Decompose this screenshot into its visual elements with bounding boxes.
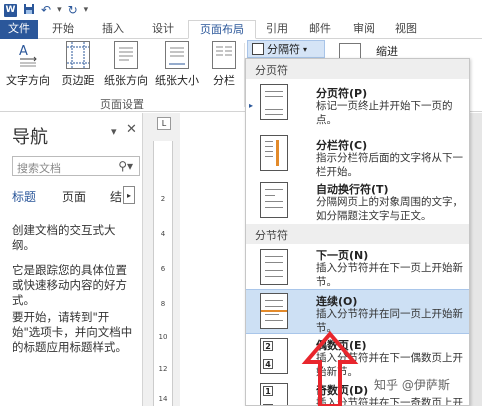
undo-dropdown-icon[interactable]: ▾ <box>57 5 62 15</box>
text-wrapping-break-icon <box>260 182 288 218</box>
tab-insert[interactable]: 插入 <box>88 20 138 39</box>
vertical-ruler: L 2 4 6 8 10 12 14 <box>143 113 180 406</box>
section-header-section-breaks: 分节符 <box>246 224 469 244</box>
undo-icon[interactable]: ↶ <box>41 4 51 16</box>
ruler-number: 8 <box>160 300 166 308</box>
tab-home[interactable]: 开始 <box>38 20 88 39</box>
tab-headings[interactable]: 标题 <box>12 188 36 205</box>
text-direction-button[interactable]: A 文字方向 <box>4 41 52 99</box>
tab-pages[interactable]: 页面 <box>62 188 86 205</box>
margins-button[interactable]: 页边距 <box>56 41 100 99</box>
nav-paragraph-2: 它是跟踪您的具体位置或快速移动内容的好方式。 <box>12 263 127 307</box>
chevron-down-icon: ▾ <box>303 44 308 54</box>
odd-page-icon: 1 3 <box>260 383 288 405</box>
save-icon[interactable] <box>23 3 35 17</box>
ruler-number: 2 <box>160 195 166 203</box>
navigation-pane: 导航 ▾ ✕ 搜索文档 ⚲▾ 标题 页面 结 ▸ 创建文档的交互式大纲。 它是跟… <box>0 113 143 406</box>
menu-item-desc: 指示分栏符后面的文字将从下一栏开始。 <box>316 152 463 178</box>
document-page[interactable] <box>180 113 250 406</box>
column-break-icon <box>260 135 288 171</box>
indent-label: 缩进 <box>376 45 398 58</box>
ruler-number: 6 <box>160 265 166 273</box>
ruler-number: 14 <box>158 395 168 403</box>
menu-item-text-wrapping-break[interactable]: 自动换行符(T) 分隔网页上的对象周围的文字，如分隔题注文字与正文。 <box>246 179 469 224</box>
tab-design[interactable]: 设计 <box>138 20 188 39</box>
text-direction-label: 文字方向 <box>6 74 50 87</box>
ruler-number: 12 <box>158 365 168 373</box>
columns-label: 分栏 <box>213 74 235 87</box>
tab-references[interactable]: 引用 <box>256 20 298 39</box>
margins-label: 页边距 <box>61 74 95 87</box>
title-bar: W ↶ ▾ ↻ ▾ <box>0 0 482 20</box>
word-logo-icon: W <box>4 3 17 17</box>
columns-icon <box>212 41 236 69</box>
orientation-label: 纸张方向 <box>104 74 148 87</box>
orientation-icon <box>114 41 138 69</box>
tab-view[interactable]: 视图 <box>386 20 426 39</box>
customize-qat-icon[interactable]: ▾ <box>84 5 89 15</box>
breaks-icon <box>252 43 264 55</box>
nav-options-icon[interactable]: ▾ <box>111 125 117 138</box>
menu-item-desc: 插入分节符并在下一页上开始新节。 <box>316 262 463 288</box>
arrow-right-icon: ▸ <box>249 101 254 110</box>
menu-item-continuous[interactable]: 连续(O) 插入分节符并在同一页上开始新节。 <box>246 289 469 334</box>
text-direction-icon: A <box>16 41 40 69</box>
menu-item-desc: 标记一页终止并开始下一页的点。 <box>316 100 453 126</box>
page-setup-group-label: 页面设置 <box>100 98 144 111</box>
breaks-button[interactable]: 分隔符 ▾ <box>247 40 325 58</box>
margins-icon <box>66 41 90 69</box>
columns-button[interactable]: 分栏 <box>206 41 242 99</box>
menu-item-desc: 分隔网页上的对象周围的文字，如分隔题注文字与正文。 <box>316 196 463 222</box>
ribbon-tabs: 文件 开始 插入 设计 页面布局 引用 邮件 审阅 视图 <box>0 20 482 39</box>
ruler-number: 4 <box>160 230 166 238</box>
tab-file[interactable]: 文件 <box>0 20 38 39</box>
watermark: 知乎 @伊萨斯 <box>374 378 450 392</box>
size-button[interactable]: 纸张大小 <box>152 41 202 99</box>
close-icon[interactable]: ✕ <box>126 122 137 137</box>
size-icon <box>165 41 189 69</box>
search-input[interactable]: 搜索文档 ⚲▾ <box>12 156 140 176</box>
redo-icon[interactable]: ↻ <box>68 4 78 16</box>
menu-item-next-page[interactable]: 下一页(N) 插入分节符并在下一页上开始新节。 <box>246 244 469 289</box>
section-header-page-breaks: 分页符 <box>246 59 469 79</box>
page-break-icon: ▸ <box>249 84 288 120</box>
ruler-number: 10 <box>158 333 168 341</box>
tab-review[interactable]: 审阅 <box>342 20 386 39</box>
nav-paragraph-1: 创建文档的交互式大纲。 <box>12 223 116 252</box>
menu-item-page-break[interactable]: ▸ 分页符(P) 标记一页终止并开始下一页的点。 <box>246 79 469 131</box>
continuous-icon <box>260 293 288 329</box>
even-page-icon: 2 4 <box>260 338 288 374</box>
search-icon[interactable]: ⚲▾ <box>118 159 133 173</box>
tab-page-layout[interactable]: 页面布局 <box>188 20 256 39</box>
tab-results[interactable]: 结 <box>110 188 122 205</box>
nav-title: 导航 <box>12 127 48 148</box>
breaks-label: 分隔符 <box>267 43 300 56</box>
nav-tab-scroll-right-icon[interactable]: ▸ <box>123 186 135 204</box>
menu-item-column-break[interactable]: 分栏符(C) 指示分栏符后面的文字将从下一栏开始。 <box>246 131 469 179</box>
size-label: 纸张大小 <box>155 74 199 87</box>
tab-selector-icon[interactable]: L <box>157 117 171 130</box>
tab-mailings[interactable]: 邮件 <box>298 20 342 39</box>
svg-text:A: A <box>19 44 28 59</box>
orientation-button[interactable]: 纸张方向 <box>102 41 150 99</box>
search-placeholder: 搜索文档 <box>17 162 61 175</box>
next-page-icon <box>260 249 288 285</box>
nav-paragraph-3: 要开始，请转到"开始"选项卡，并向文档中的标题应用标题样式。 <box>12 310 133 354</box>
annotation-arrow-icon <box>301 330 359 406</box>
